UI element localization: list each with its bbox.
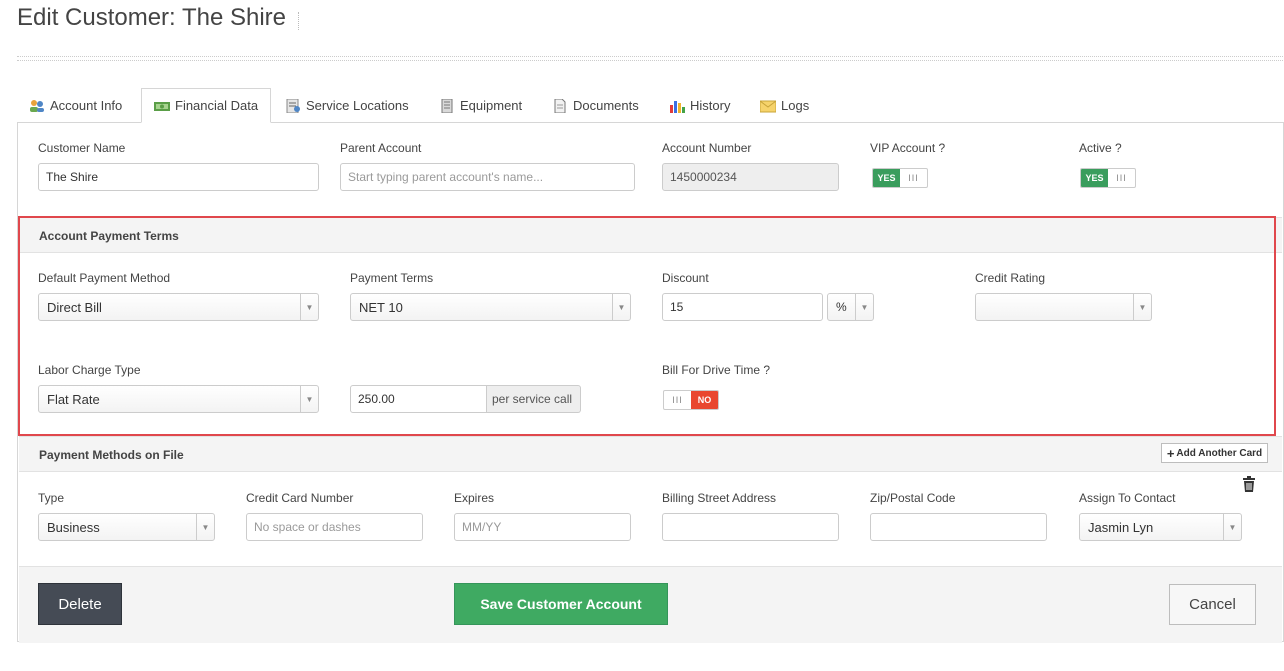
assign-contact-select[interactable]: Jasmin Lyn ▼ <box>1079 513 1242 541</box>
expires-label: Expires <box>454 491 495 505</box>
zip-code-label: Zip/Postal Code <box>870 491 956 505</box>
users-icon <box>30 99 44 112</box>
money-icon <box>154 101 170 111</box>
tab-logs[interactable]: Logs <box>748 88 821 123</box>
tab-service-locations[interactable]: Service Locations <box>273 88 421 123</box>
active-label: Active ? <box>1079 141 1122 155</box>
vip-toggle-on: YES <box>873 169 900 187</box>
payment-methods-title: Payment Methods on File <box>39 448 184 462</box>
account-number-label: Account Number <box>662 141 752 155</box>
billing-street-label: Billing Street Address <box>662 491 777 505</box>
save-customer-account-button[interactable]: Save Customer Account <box>454 583 668 625</box>
tab-bar: Account Info Financial Data Service Loca… <box>17 88 1283 123</box>
expires-input[interactable]: MM/YY <box>454 513 631 541</box>
tab-documents-label: Documents <box>573 98 639 113</box>
page-title: Edit Customer: The Shire <box>17 4 287 31</box>
financial-data-panel: Customer Name The Shire Parent Account S… <box>17 122 1284 643</box>
credit-card-number-input[interactable]: No space or dashes <box>246 513 423 541</box>
card-type-value: Business <box>47 519 100 535</box>
active-toggle-on: YES <box>1081 169 1108 187</box>
payment-terms-highlight <box>18 216 1276 436</box>
plus-icon: + <box>1166 445 1175 461</box>
customer-name-input[interactable]: The Shire <box>38 163 319 191</box>
zip-code-input[interactable] <box>870 513 1047 541</box>
title-divider-rule <box>17 56 1283 61</box>
billing-street-input[interactable] <box>662 513 839 541</box>
active-toggle[interactable]: YES III <box>1080 168 1136 188</box>
tab-logs-label: Logs <box>781 98 810 113</box>
assign-contact-value: Jasmin Lyn <box>1088 519 1154 535</box>
cancel-button[interactable]: Cancel <box>1169 584 1256 625</box>
chevron-down-icon: ▼ <box>1223 514 1241 540</box>
document-icon <box>554 98 566 113</box>
tab-service-locations-label: Service Locations <box>306 98 409 113</box>
parent-account-input[interactable]: Start typing parent account's name... <box>340 163 635 191</box>
tab-equipment-label: Equipment <box>460 98 523 113</box>
chevron-down-icon: ▼ <box>196 514 214 540</box>
bar-chart-icon <box>670 100 685 113</box>
vip-toggle-handle: III <box>908 173 919 183</box>
credit-card-number-label: Credit Card Number <box>246 491 354 505</box>
delete-button[interactable]: Delete <box>38 583 122 625</box>
payment-methods-header: Payment Methods on File <box>19 436 1282 472</box>
tab-financial-data[interactable]: Financial Data <box>141 88 272 123</box>
add-another-card-label: Add Another Card <box>1176 447 1263 459</box>
vip-account-toggle[interactable]: YES III <box>872 168 928 188</box>
parent-account-label: Parent Account <box>340 141 422 155</box>
card-type-label: Type <box>38 491 65 505</box>
tab-account-info-label: Account Info <box>50 98 123 113</box>
tab-account-info[interactable]: Account Info <box>17 88 134 123</box>
tab-history[interactable]: History <box>657 88 742 123</box>
vip-account-label: VIP Account ? <box>870 141 946 155</box>
card-type-select[interactable]: Business ▼ <box>38 513 215 541</box>
trash-icon[interactable] <box>1242 476 1256 492</box>
title-divider <box>298 12 299 30</box>
active-toggle-handle: III <box>1116 173 1127 183</box>
location-list-icon <box>286 98 300 113</box>
customer-name-label: Customer Name <box>38 141 126 155</box>
tab-financial-data-label: Financial Data <box>175 98 259 113</box>
tab-documents[interactable]: Documents <box>540 88 651 123</box>
add-another-card-button[interactable]: + Add Another Card <box>1161 443 1268 463</box>
tab-equipment[interactable]: Equipment <box>427 88 534 123</box>
equipment-icon <box>441 98 453 113</box>
assign-contact-label: Assign To Contact <box>1079 491 1176 505</box>
tab-history-label: History <box>690 98 731 113</box>
account-number-field: 1450000234 <box>662 163 839 191</box>
envelope-icon <box>760 100 776 112</box>
